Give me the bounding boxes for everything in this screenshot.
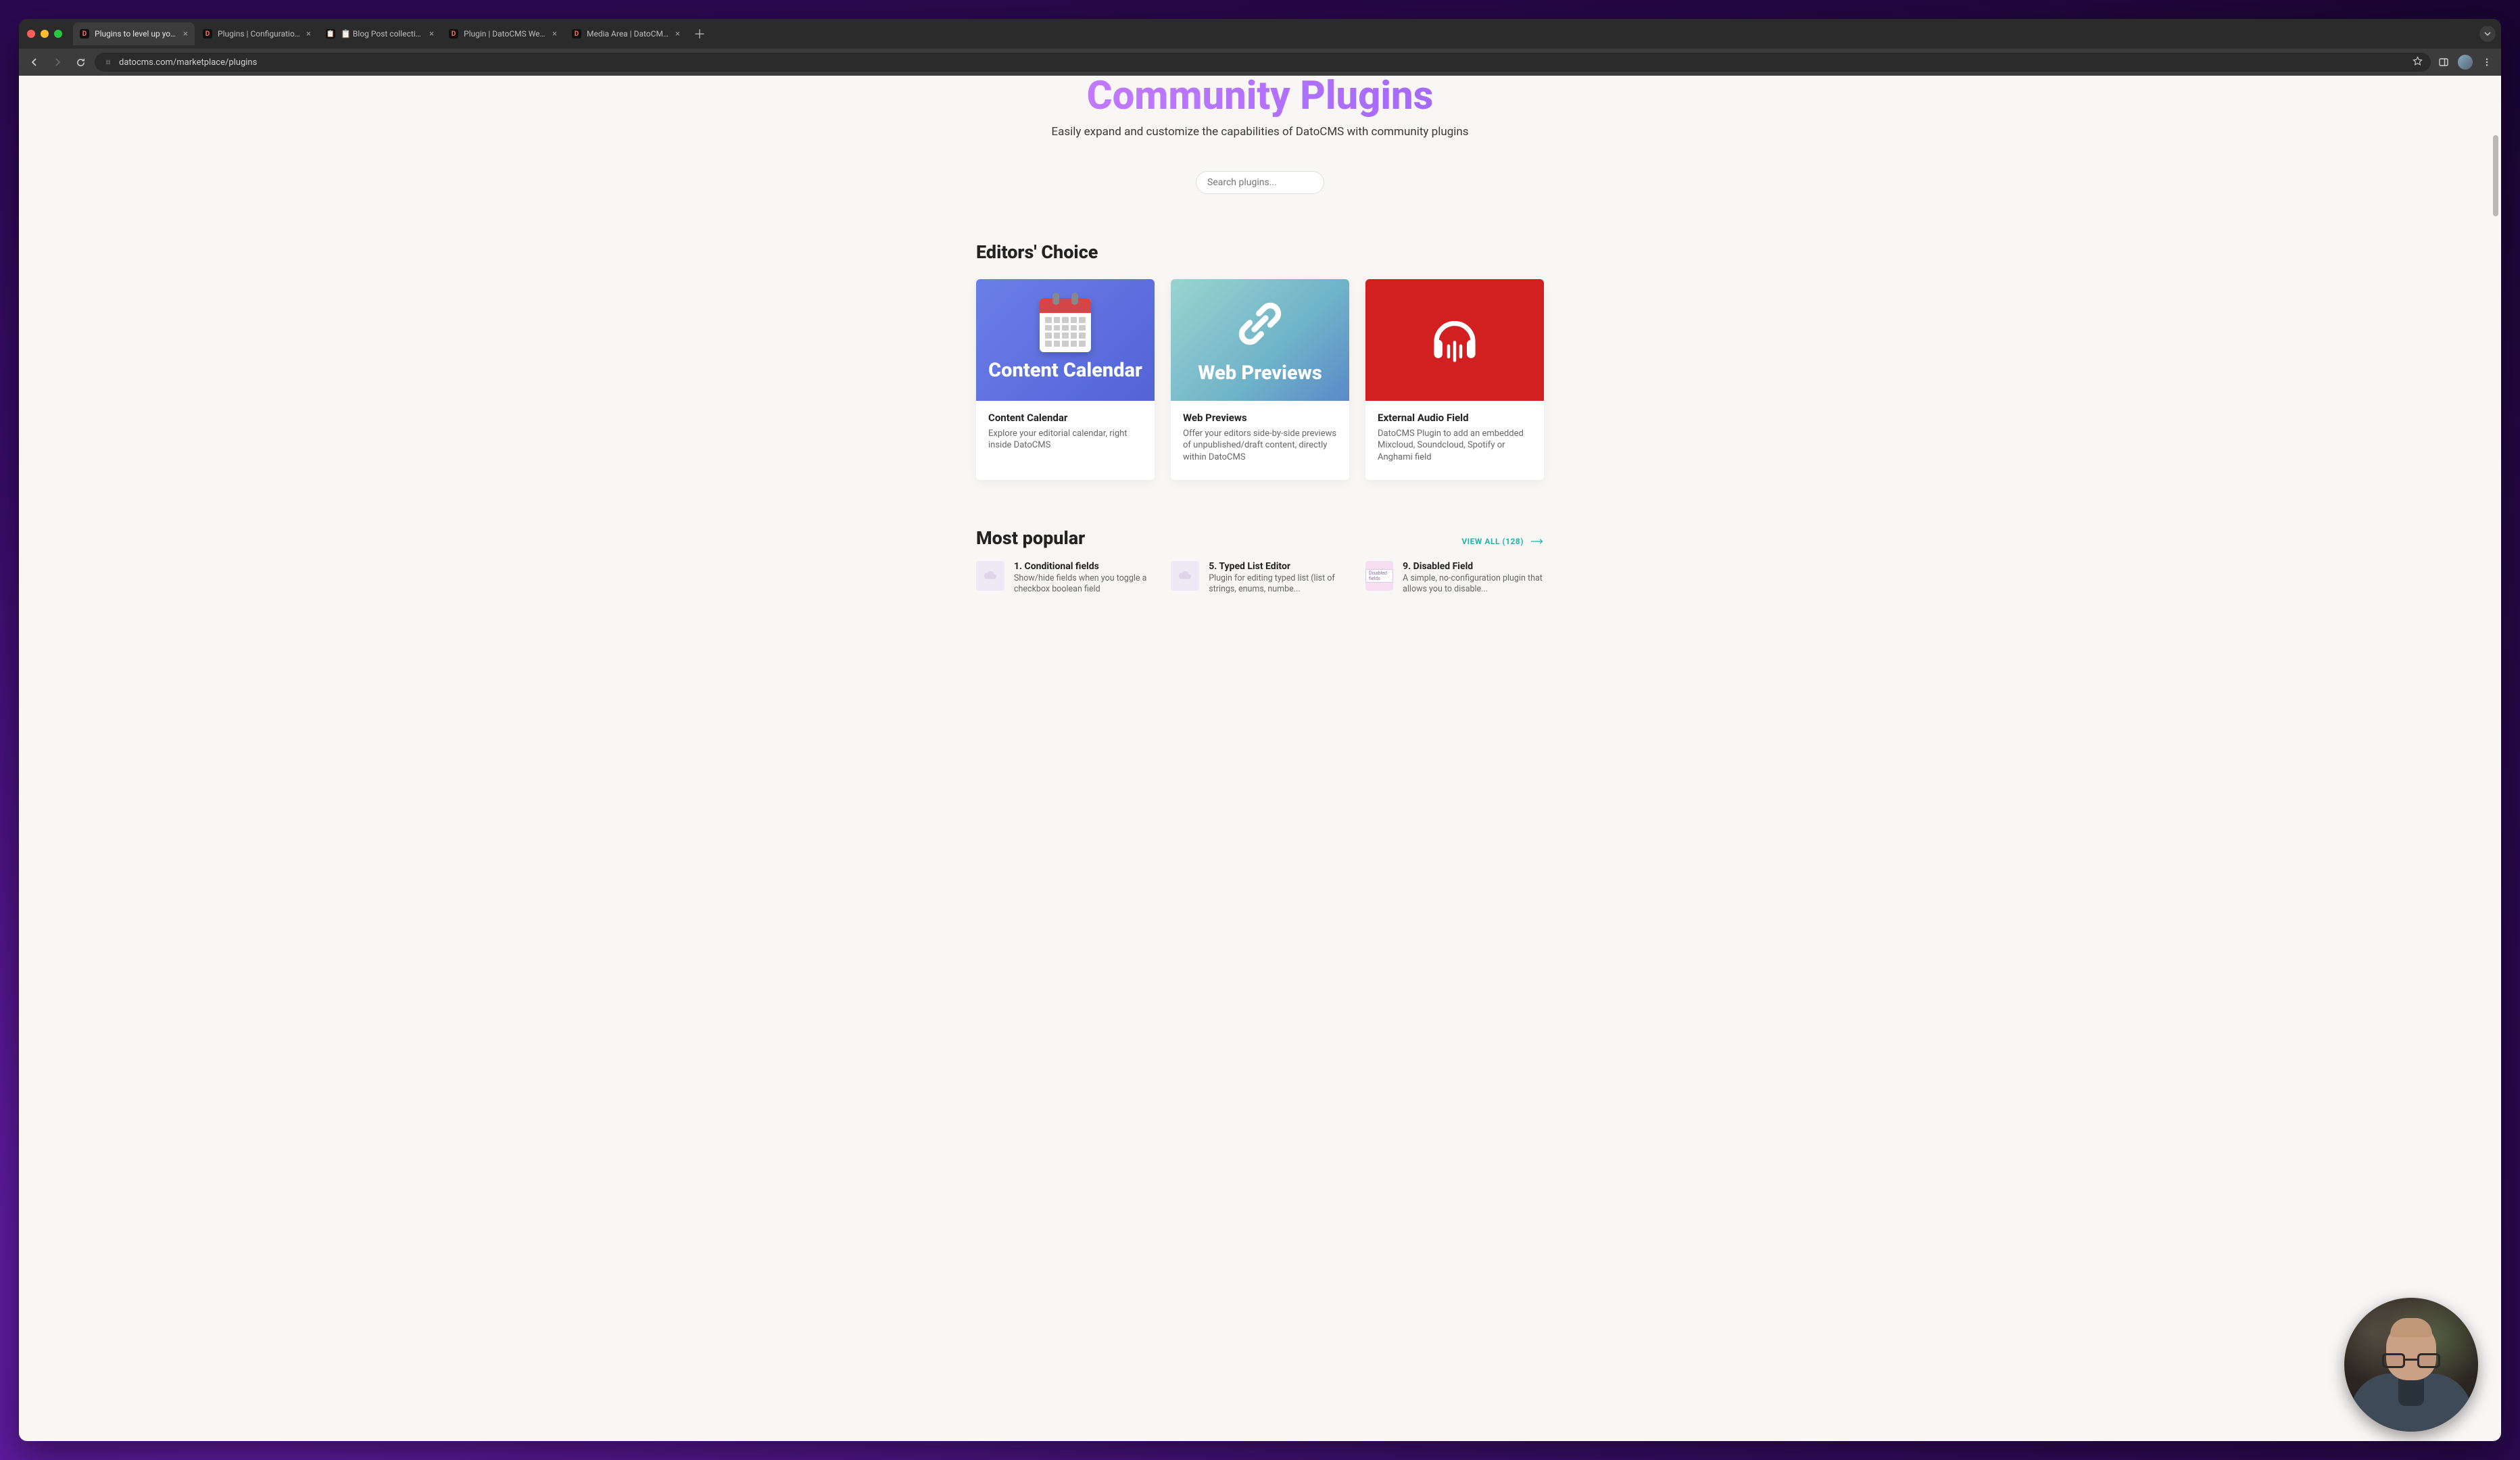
tab[interactable]: D Media Area | DatoCMS Websi × bbox=[565, 22, 687, 45]
scrollbar-thumb[interactable] bbox=[2493, 135, 2498, 216]
popular-item-conditional-fields[interactable]: 1. Conditional fields Show/hide fields w… bbox=[976, 561, 1155, 595]
close-tab-icon[interactable]: × bbox=[306, 29, 311, 39]
close-tab-icon[interactable]: × bbox=[675, 29, 680, 39]
view-all-label: VIEW ALL (128) bbox=[1461, 537, 1524, 546]
most-popular-heading: Most popular bbox=[976, 527, 1085, 549]
search-field-wrap[interactable] bbox=[1196, 171, 1324, 194]
back-arrow-icon bbox=[29, 57, 40, 68]
forward-arrow-icon bbox=[52, 57, 63, 68]
tab-title: 📋 Blog Post collection | Con bbox=[341, 29, 424, 39]
thumbnail-badge: Disabled fields bbox=[1365, 569, 1393, 583]
plugin-thumbnail: Disabled fields bbox=[1365, 561, 1393, 591]
browser-window: D Plugins to level up your Dato × D Plug… bbox=[19, 19, 2501, 1441]
popular-item-title: 1. Conditional fields bbox=[1014, 561, 1155, 572]
card-hero-label: Content Calendar bbox=[988, 359, 1142, 382]
page-subtitle: Easily expand and customize the capabili… bbox=[19, 125, 2501, 139]
card-description: Offer your editors side-by-side previews… bbox=[1183, 428, 1337, 464]
editors-choice-heading: Editors' Choice bbox=[976, 241, 1544, 263]
side-panel-button[interactable] bbox=[2436, 55, 2451, 70]
menu-button[interactable] bbox=[2479, 55, 2494, 70]
cloud-icon bbox=[1178, 568, 1192, 583]
url-bar: datocms.com/marketplace/plugins bbox=[19, 49, 2501, 76]
plugin-thumbnail bbox=[1171, 561, 1199, 591]
tab-list-button[interactable] bbox=[2479, 26, 2496, 42]
minimize-window-icon[interactable] bbox=[41, 30, 49, 38]
reload-icon bbox=[76, 57, 86, 68]
card-hero: Content Calendar bbox=[976, 279, 1155, 401]
close-tab-icon[interactable]: × bbox=[552, 29, 557, 39]
hero-section: Community Plugins Easily expand and cust… bbox=[19, 76, 2501, 139]
plugin-card-content-calendar[interactable]: Content Calendar Content Calendar Explor… bbox=[976, 279, 1155, 480]
favicon-icon: D bbox=[572, 29, 581, 39]
card-title: Web Previews bbox=[1183, 412, 1337, 424]
tab-title: Media Area | DatoCMS Websi bbox=[587, 29, 670, 39]
popular-item-typed-list-editor[interactable]: 5. Typed List Editor Plugin for editing … bbox=[1171, 561, 1349, 595]
tab-title: Plugin | DatoCMS Website | D bbox=[464, 29, 547, 39]
new-tab-button[interactable]: ＋ bbox=[688, 25, 711, 43]
popular-item-disabled-field[interactable]: Disabled fields 9. Disabled Field A simp… bbox=[1365, 561, 1544, 595]
headphones-icon bbox=[1424, 308, 1485, 372]
cloud-icon bbox=[983, 568, 998, 583]
forward-button bbox=[49, 53, 66, 71]
card-description: Explore your editorial calendar, right i… bbox=[988, 428, 1142, 452]
avatar-icon bbox=[2458, 55, 2473, 70]
plugin-thumbnail bbox=[976, 561, 1004, 591]
close-window-icon[interactable] bbox=[27, 30, 35, 38]
card-description: DatoCMS Plugin to add an embedded Mixclo… bbox=[1378, 428, 1532, 464]
tab-title: Plugins to level up your Dato bbox=[95, 29, 178, 39]
reload-button[interactable] bbox=[72, 53, 89, 71]
chevron-down-icon bbox=[2484, 32, 2491, 36]
card-hero bbox=[1365, 279, 1544, 401]
popular-item-title: 5. Typed List Editor bbox=[1209, 561, 1349, 572]
plugin-card-external-audio[interactable]: External Audio Field DatoCMS Plugin to a… bbox=[1365, 279, 1544, 480]
profile-button[interactable] bbox=[2458, 55, 2473, 70]
popular-item-desc: Plugin for editing typed list (list of s… bbox=[1209, 573, 1349, 595]
close-tab-icon[interactable]: × bbox=[183, 29, 188, 39]
tab[interactable]: D Plugin | DatoCMS Website | D × bbox=[442, 22, 564, 45]
popular-item-desc: Show/hide fields when you toggle a check… bbox=[1014, 573, 1155, 595]
page-content: Community Plugins Easily expand and cust… bbox=[19, 76, 2501, 1441]
tab-title: Plugins | Configuration | Dato bbox=[218, 29, 301, 39]
tab-bar: D Plugins to level up your Dato × D Plug… bbox=[19, 19, 2501, 49]
tabs-container: D Plugins to level up your Dato × D Plug… bbox=[73, 22, 2474, 45]
tab-active[interactable]: D Plugins to level up your Dato × bbox=[73, 22, 195, 45]
site-settings-icon[interactable] bbox=[103, 57, 114, 68]
favicon-icon: 📋 bbox=[326, 29, 335, 39]
favicon-icon: D bbox=[80, 29, 89, 39]
close-tab-icon[interactable]: × bbox=[429, 29, 434, 39]
card-hero-label: Web Previews bbox=[1198, 362, 1322, 385]
tab[interactable]: 📋 📋 Blog Post collection | Con × bbox=[319, 22, 441, 45]
maximize-window-icon[interactable] bbox=[54, 30, 62, 38]
window-controls bbox=[24, 30, 68, 38]
popular-item-desc: A simple, no-configuration plugin that a… bbox=[1403, 573, 1544, 595]
popular-item-title: 9. Disabled Field bbox=[1403, 561, 1544, 572]
editors-choice-grid: Content Calendar Content Calendar Explor… bbox=[976, 279, 1544, 480]
card-title: Content Calendar bbox=[988, 412, 1142, 424]
address-field[interactable]: datocms.com/marketplace/plugins bbox=[95, 53, 2431, 72]
star-icon bbox=[2413, 56, 2423, 66]
search-input[interactable] bbox=[1207, 177, 1313, 188]
favicon-icon: D bbox=[449, 29, 458, 39]
view-all-link[interactable]: VIEW ALL (128) bbox=[1461, 537, 1544, 546]
url-text: datocms.com/marketplace/plugins bbox=[119, 57, 2407, 68]
panel-icon bbox=[2438, 57, 2449, 68]
kebab-icon bbox=[2482, 57, 2492, 67]
bookmark-button[interactable] bbox=[2413, 56, 2423, 69]
arrow-right-icon bbox=[1530, 538, 1544, 545]
favicon-icon: D bbox=[203, 29, 212, 39]
page-title: Community Plugins bbox=[19, 76, 2501, 117]
calendar-icon bbox=[1040, 298, 1091, 352]
webcam-overlay bbox=[2344, 1298, 2478, 1432]
back-button[interactable] bbox=[26, 53, 43, 71]
link-icon bbox=[1232, 295, 1288, 355]
card-title: External Audio Field bbox=[1378, 412, 1532, 424]
popular-grid: 1. Conditional fields Show/hide fields w… bbox=[976, 561, 1544, 595]
tab[interactable]: D Plugins | Configuration | Dato × bbox=[196, 22, 318, 45]
plugin-card-web-previews[interactable]: Web Previews Web Previews Offer your edi… bbox=[1171, 279, 1349, 480]
card-hero: Web Previews bbox=[1171, 279, 1349, 401]
toolbar-icons bbox=[2436, 55, 2494, 70]
